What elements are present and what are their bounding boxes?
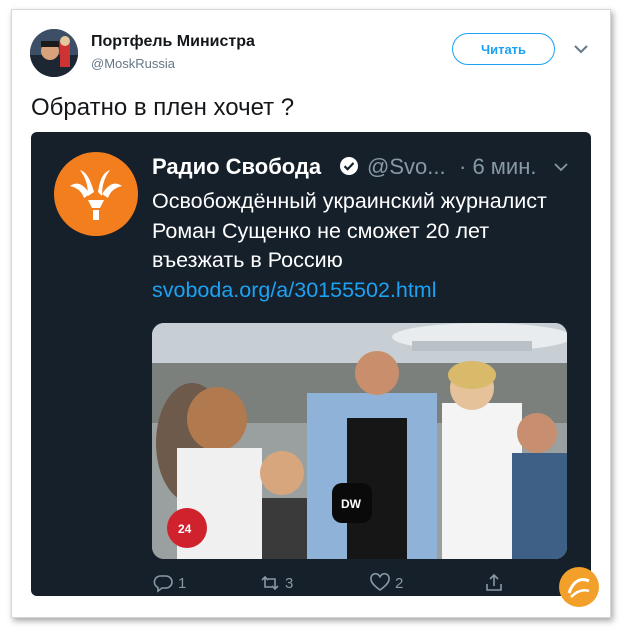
embedded-action-bar: 1 3 2 <box>31 572 591 600</box>
verified-badge-icon <box>340 157 358 175</box>
microphone-label: 24 <box>178 522 192 536</box>
embedded-author-name[interactable]: Радио Свобода <box>152 154 321 180</box>
embedded-tweet[interactable]: Радио Свобода @Svo... · 6 мин. Освобождё… <box>31 132 591 596</box>
embedded-article-link[interactable]: svoboda.org/a/30155502.html <box>152 278 437 303</box>
news-photo[interactable]: 24 DW <box>152 323 567 559</box>
like-button[interactable]: 2 <box>369 572 403 594</box>
author-name[interactable]: Портфель Министра <box>91 33 255 51</box>
tweet-card: Портфель Министра @MoskRussia Читать Обр… <box>11 9 611 618</box>
like-count: 2 <box>395 574 404 592</box>
share-icon <box>486 573 502 591</box>
author-handle[interactable]: @MoskRussia <box>91 56 175 71</box>
share-button[interactable] <box>483 572 509 594</box>
embedded-timestamp[interactable]: · 6 мин. <box>459 154 536 180</box>
retweet-button[interactable]: 3 <box>259 572 293 594</box>
retweet-count: 3 <box>285 574 294 592</box>
embedded-tweet-text: Освобождённый украинский журналист Роман… <box>152 189 547 272</box>
chevron-down-icon[interactable] <box>572 40 590 58</box>
like-icon <box>370 572 390 591</box>
tweet-text: Обратно в плен хочет ? <box>31 94 295 121</box>
chevron-down-icon[interactable] <box>553 159 569 175</box>
site-watermark-logo <box>559 567 599 607</box>
reply-count: 1 <box>178 574 187 592</box>
radio-svoboda-logo[interactable] <box>54 152 138 236</box>
retweet-icon <box>261 575 279 591</box>
embedded-author-handle[interactable]: @Svo... <box>367 154 446 180</box>
microphone-label: DW <box>341 497 362 511</box>
reply-button[interactable]: 1 <box>152 572 186 594</box>
follow-button[interactable]: Читать <box>452 33 555 65</box>
reply-icon <box>153 575 173 593</box>
author-avatar[interactable] <box>30 29 78 77</box>
